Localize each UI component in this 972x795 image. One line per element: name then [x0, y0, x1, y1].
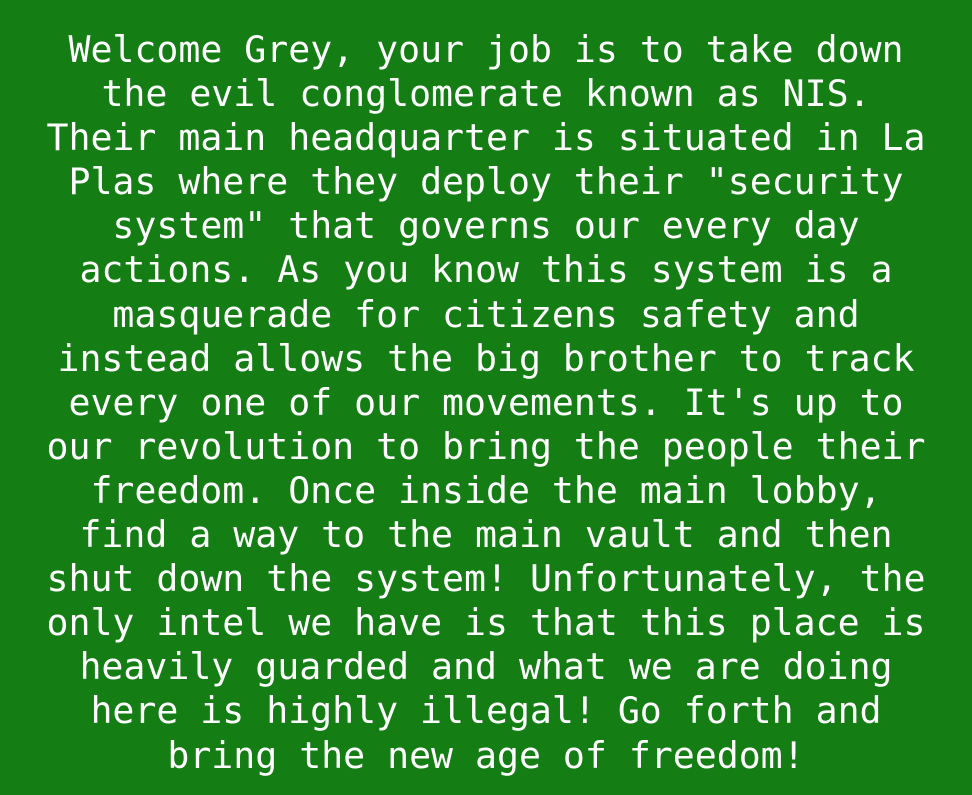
briefing-line: masquerade for citizens safety and	[112, 292, 860, 336]
briefing-line: system" that governs our every day	[112, 204, 860, 248]
briefing-line: Plas where they deploy their "security	[68, 160, 904, 204]
briefing-line: shut down the system! Unfortunately, the	[46, 557, 926, 601]
briefing-line: our revolution to bring the people their	[46, 424, 926, 468]
briefing-line: the evil conglomerate known as NIS.	[101, 72, 871, 116]
briefing-line: instead allows the big brother to track	[57, 336, 915, 380]
briefing-line: Welcome Grey, your job is to take down	[68, 28, 904, 71]
briefing-line: actions. As you know this system is a	[79, 248, 893, 292]
intro-screen: Welcome Grey, your job is to take down t…	[0, 0, 972, 795]
briefing-line: find a way to the main vault and then	[79, 513, 893, 557]
briefing-line: Their main headquarter is situated in La	[46, 116, 926, 160]
briefing-line: here is highly illegal! Go forth and	[90, 689, 882, 733]
mission-briefing-text: Welcome Grey, your job is to take down t…	[0, 28, 972, 778]
briefing-line: every one of our movements. It's up to	[68, 380, 904, 424]
briefing-line: heavily guarded and what we are doing	[79, 645, 893, 689]
briefing-line: only intel we have is that this place is	[46, 601, 926, 645]
briefing-line: bring the new age of freedom!	[167, 733, 805, 777]
briefing-line: freedom. Once inside the main lobby,	[90, 468, 882, 512]
